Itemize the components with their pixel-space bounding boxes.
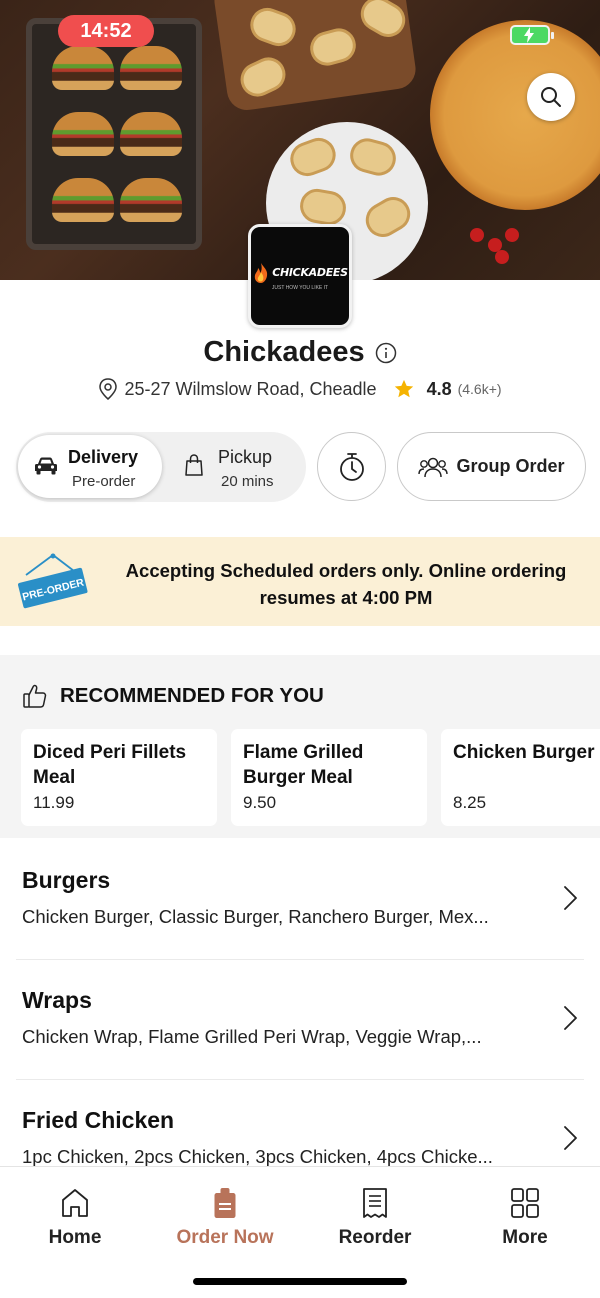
schedule-timer-button[interactable] [317, 432, 386, 501]
delivery-sub: Pre-order [72, 473, 136, 490]
category-row-burgers[interactable]: Burgers Chicken Burger, Classic Burger, … [0, 840, 600, 960]
category-description: 1pc Chicken, 2pcs Chicken, 3pcs Chicken,… [22, 1146, 493, 1167]
logo-text: CHICKADEES [272, 266, 348, 279]
category-description: Chicken Wrap, Flame Grilled Peri Wrap, V… [22, 1026, 482, 1047]
recommended-card[interactable]: Flame Grilled Burger Meal 9.50 [231, 729, 427, 826]
burger-tray [26, 18, 202, 250]
category-title: Wraps [22, 987, 92, 1013]
nav-home[interactable]: Home [5, 1187, 145, 1257]
info-icon[interactable] [375, 342, 397, 364]
grid-icon [511, 1188, 539, 1218]
group-order-label: Group Order [456, 456, 565, 476]
recommended-item-name: Diced Peri Fillets Meal [33, 742, 187, 788]
home-icon [62, 1189, 88, 1217]
nav-order-now-label: Order Now [176, 1227, 274, 1248]
category-description: Chicken Burger, Classic Burger, Ranchero… [22, 906, 489, 927]
restaurant-logo: CHICKADEES JUST HOW YOU LIKE IT [248, 224, 352, 328]
category-title: Fried Chicken [22, 1107, 175, 1133]
restaurant-address: 25-27 Wilmslow Road, Cheadle [124, 378, 377, 399]
nav-more-label: More [502, 1227, 548, 1248]
battery-charging-icon [510, 25, 554, 45]
pickup-label: Pickup [218, 447, 273, 467]
search-button[interactable] [527, 73, 575, 121]
recommended-item-name: Chicken Burger Meal [453, 742, 600, 763]
recommended-item-price: 11.99 [33, 793, 75, 812]
nav-order-now[interactable]: Order Now [155, 1187, 295, 1257]
status-bar-time: 14:52 [58, 15, 154, 47]
recommended-item-price: 9.50 [243, 793, 277, 812]
car-icon [35, 457, 57, 475]
recommended-card[interactable]: Chicken Burger Meal 8.25 [441, 729, 600, 826]
rating-value: 4.8 [426, 378, 452, 399]
logo-tagline: JUST HOW YOU LIKE IT [271, 284, 329, 291]
nav-home-label: Home [48, 1227, 102, 1248]
chevron-right-icon [564, 1006, 577, 1030]
stopwatch-icon [339, 452, 364, 481]
banner-message: Accepting Scheduled orders only. Online … [125, 560, 567, 608]
chevron-right-icon [564, 1126, 577, 1150]
receipt-icon [363, 1188, 387, 1218]
rating-count: (4.6k+) [457, 381, 502, 397]
chevron-right-icon [564, 886, 577, 910]
restaurant-name: Chickadees [203, 336, 365, 368]
star-icon [394, 379, 413, 398]
group-order-button[interactable]: Group Order [397, 432, 586, 501]
recommended-card[interactable]: Diced Peri Fillets Meal 11.99 [21, 729, 217, 826]
order-bag-icon [214, 1188, 236, 1218]
group-users-icon [418, 457, 449, 477]
category-title: Burgers [22, 867, 111, 893]
location-pin-icon [99, 378, 118, 400]
nav-reorder[interactable]: Reorder [305, 1187, 445, 1257]
pickup-sub: 20 mins [221, 473, 274, 490]
nav-more[interactable]: More [455, 1187, 595, 1257]
order-mode-toggle: Delivery Pre-order Pickup 20 mins [16, 432, 306, 502]
recommended-item-name: Flame Grilled Burger Meal [243, 742, 364, 788]
category-row-wraps[interactable]: Wraps Chicken Wrap, Flame Grilled Peri W… [0, 960, 600, 1080]
flame-icon [255, 262, 268, 283]
nav-reorder-label: Reorder [338, 1227, 412, 1248]
delivery-label: Delivery [68, 447, 139, 467]
pizza [430, 20, 600, 210]
shopping-bag-icon [185, 454, 203, 476]
thumbs-up-icon [23, 684, 47, 708]
recommended-heading: RECOMMENDED FOR YOU [60, 684, 324, 707]
search-icon [541, 87, 561, 107]
pickup-option[interactable]: Pickup 20 mins [166, 435, 302, 498]
recommended-item-price: 8.25 [453, 793, 487, 812]
preorder-sign-icon: PRE-ORDER [18, 553, 88, 609]
home-indicator[interactable] [193, 1278, 407, 1285]
delivery-option[interactable]: Delivery Pre-order [18, 435, 162, 498]
